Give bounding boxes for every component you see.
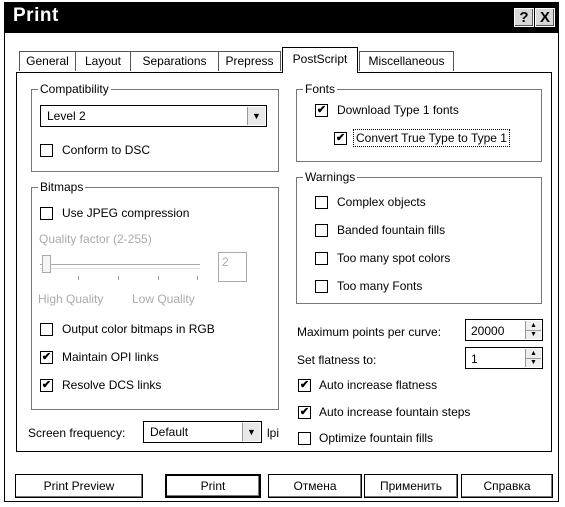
resolve-dcs-checkbox[interactable]: ✔ (40, 379, 53, 392)
quality-slider-track[interactable] (40, 264, 200, 269)
arrow-down-icon[interactable]: ▼ (526, 330, 541, 339)
arrow-down-icon[interactable]: ▼ (526, 358, 541, 367)
conform-dsc-checkbox[interactable] (40, 144, 53, 157)
tab-separations[interactable]: Separations (130, 51, 219, 71)
convert-truetype-checkbox[interactable]: ✔ (334, 132, 347, 145)
high-quality-label: High Quality (38, 292, 104, 306)
optimize-fountain-label: Optimize fountain fills (319, 431, 434, 445)
max-points-label: Maximum points per curve: (297, 325, 442, 339)
close-title-button[interactable]: X (535, 8, 555, 27)
bitmaps-group: Bitmaps Use JPEG compression Quality fac… (31, 180, 279, 410)
print-preview-button[interactable]: Print Preview (15, 474, 143, 498)
tab-postscript[interactable]: PostScript (282, 47, 358, 73)
tab-prepress[interactable]: Prepress (218, 51, 281, 71)
output-rgb-label: Output color bitmaps in RGB (62, 322, 215, 336)
flatness-stepper[interactable]: ▲ ▼ (525, 349, 541, 367)
compatibility-level-select[interactable]: Level 2 ▼ (40, 105, 267, 127)
slider-tick (197, 276, 198, 280)
download-type1-label: Download Type 1 fonts (337, 103, 459, 117)
warnings-group: Warnings Complex objects Banded fountain… (296, 170, 542, 304)
compatibility-legend: Compatibility (38, 82, 111, 96)
max-points-value: 20000 (471, 324, 505, 338)
tab-general[interactable]: General (19, 51, 76, 71)
title-bar[interactable]: Print ? X (5, 3, 558, 33)
low-quality-label: Low Quality (132, 292, 195, 306)
tab-layout[interactable]: Layout (75, 51, 131, 71)
quality-slider-thumb[interactable] (42, 255, 51, 273)
fonts-group: Fonts ✔ Download Type 1 fonts ✔ Convert … (296, 82, 542, 162)
tab-miscellaneous[interactable]: Miscellaneous (359, 51, 454, 71)
output-rgb-checkbox[interactable] (40, 323, 53, 336)
help-button[interactable]: Справка (461, 474, 553, 498)
screen-frequency-select[interactable]: Default ▼ (143, 421, 262, 443)
flatness-value: 1 (471, 352, 478, 366)
banded-fills-checkbox[interactable] (315, 224, 328, 237)
slider-tick (158, 276, 159, 280)
print-dialog: Print ? X General Layout Separations Pre… (4, 2, 559, 502)
conform-dsc-label: Conform to DSC (62, 143, 151, 157)
maintain-opi-checkbox[interactable]: ✔ (40, 351, 53, 364)
use-jpeg-label: Use JPEG compression (62, 206, 190, 220)
warnings-legend: Warnings (303, 170, 358, 184)
bitmaps-legend: Bitmaps (38, 180, 86, 194)
download-type1-checkbox[interactable]: ✔ (315, 104, 328, 117)
optimize-fountain-checkbox[interactable] (298, 432, 311, 445)
spot-colors-label: Too many spot colors (337, 251, 451, 265)
use-jpeg-checkbox[interactable] (40, 207, 53, 220)
resolve-dcs-label: Resolve DCS links (62, 378, 162, 392)
flatness-label: Set flatness to: (297, 353, 377, 367)
cancel-button[interactable]: Отмена (268, 474, 362, 498)
auto-fountain-label: Auto increase fountain steps (319, 405, 471, 419)
slider-tick (118, 276, 119, 280)
window-title: Print (13, 5, 59, 26)
compatibility-group: Compatibility Level 2 ▼ Conform to DSC (31, 82, 279, 172)
convert-truetype-label: Convert True Type to Type 1 (353, 129, 510, 147)
apply-button[interactable]: Применить (364, 474, 458, 498)
postscript-panel: Compatibility Level 2 ▼ Conform to DSC B… (16, 72, 552, 452)
complex-objects-checkbox[interactable] (315, 196, 328, 209)
quality-value-field[interactable]: 2 (218, 252, 247, 282)
slider-tick (78, 276, 79, 280)
max-points-stepper[interactable]: ▲ ▼ (525, 321, 541, 339)
complex-objects-label: Complex objects (337, 195, 426, 209)
maintain-opi-label: Maintain OPI links (62, 350, 159, 364)
print-button[interactable]: Print (165, 474, 261, 498)
max-points-spinner[interactable]: 20000 ▲ ▼ (465, 319, 543, 341)
too-many-fonts-label: Too many Fonts (337, 279, 423, 293)
screen-frequency-value: Default (150, 425, 189, 439)
auto-flatness-checkbox[interactable]: ✔ (298, 379, 311, 392)
compatibility-level-value: Level 2 (47, 109, 86, 123)
auto-fountain-checkbox[interactable]: ✔ (298, 406, 311, 419)
help-title-button[interactable]: ? (514, 8, 534, 27)
screen-frequency-label: Screen frequency: (28, 426, 126, 440)
flatness-spinner[interactable]: 1 ▲ ▼ (465, 347, 543, 369)
fonts-legend: Fonts (303, 82, 338, 96)
chevron-down-icon[interactable]: ▼ (242, 423, 260, 441)
auto-flatness-label: Auto increase flatness (319, 378, 438, 392)
chevron-down-icon[interactable]: ▼ (247, 107, 265, 125)
quality-factor-label: Quality factor (2-255) (39, 232, 152, 246)
screen-frequency-unit: lpi (267, 426, 280, 440)
spot-colors-checkbox[interactable] (315, 252, 328, 265)
too-many-fonts-checkbox[interactable] (315, 280, 328, 293)
banded-fills-label: Banded fountain fills (337, 223, 446, 237)
